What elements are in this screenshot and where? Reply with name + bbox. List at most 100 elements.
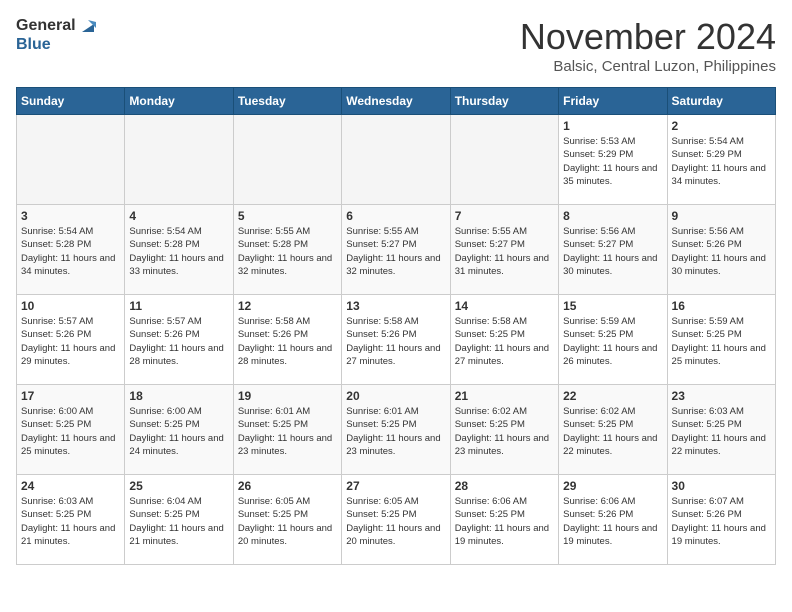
sunset-text: Sunset: 5:29 PM xyxy=(672,149,742,160)
day-info: Sunrise: 5:55 AM Sunset: 5:27 PM Dayligh… xyxy=(455,225,554,278)
daylight-text: Daylight: 11 hours and 25 minutes. xyxy=(672,343,766,367)
day-info: Sunrise: 5:59 AM Sunset: 5:25 PM Dayligh… xyxy=(563,315,662,368)
day-info: Sunrise: 6:00 AM Sunset: 5:25 PM Dayligh… xyxy=(21,405,120,458)
sunrise-text: Sunrise: 5:54 AM xyxy=(129,226,201,237)
daylight-text: Daylight: 11 hours and 29 minutes. xyxy=(21,343,115,367)
sunrise-text: Sunrise: 5:59 AM xyxy=(672,316,744,327)
sunset-text: Sunset: 5:25 PM xyxy=(129,419,199,430)
sunrise-text: Sunrise: 6:04 AM xyxy=(129,496,201,507)
day-number: 15 xyxy=(563,299,662,313)
day-info: Sunrise: 5:54 AM Sunset: 5:29 PM Dayligh… xyxy=(672,135,771,188)
day-number: 28 xyxy=(455,479,554,493)
calendar-cell: 1 Sunrise: 5:53 AM Sunset: 5:29 PM Dayli… xyxy=(559,115,667,205)
daylight-text: Daylight: 11 hours and 23 minutes. xyxy=(238,433,332,457)
calendar-cell: 11 Sunrise: 5:57 AM Sunset: 5:26 PM Dayl… xyxy=(125,295,233,385)
day-number: 6 xyxy=(346,209,445,223)
sunrise-text: Sunrise: 5:55 AM xyxy=(238,226,310,237)
calendar-cell: 25 Sunrise: 6:04 AM Sunset: 5:25 PM Dayl… xyxy=(125,475,233,565)
daylight-text: Daylight: 11 hours and 28 minutes. xyxy=(238,343,332,367)
day-number: 25 xyxy=(129,479,228,493)
week-row-3: 10 Sunrise: 5:57 AM Sunset: 5:26 PM Dayl… xyxy=(17,295,776,385)
calendar-cell xyxy=(17,115,125,205)
day-info: Sunrise: 6:06 AM Sunset: 5:25 PM Dayligh… xyxy=(455,495,554,548)
sunrise-text: Sunrise: 5:55 AM xyxy=(346,226,418,237)
week-row-2: 3 Sunrise: 5:54 AM Sunset: 5:28 PM Dayli… xyxy=(17,205,776,295)
week-row-1: 1 Sunrise: 5:53 AM Sunset: 5:29 PM Dayli… xyxy=(17,115,776,205)
day-number: 18 xyxy=(129,389,228,403)
calendar-header-row: SundayMondayTuesdayWednesdayThursdayFrid… xyxy=(17,88,776,115)
calendar-cell: 9 Sunrise: 5:56 AM Sunset: 5:26 PM Dayli… xyxy=(667,205,775,295)
sunset-text: Sunset: 5:28 PM xyxy=(21,239,91,250)
day-info: Sunrise: 6:01 AM Sunset: 5:25 PM Dayligh… xyxy=(238,405,337,458)
calendar-cell: 30 Sunrise: 6:07 AM Sunset: 5:26 PM Dayl… xyxy=(667,475,775,565)
day-info: Sunrise: 5:59 AM Sunset: 5:25 PM Dayligh… xyxy=(672,315,771,368)
daylight-text: Daylight: 11 hours and 23 minutes. xyxy=(455,433,549,457)
daylight-text: Daylight: 11 hours and 25 minutes. xyxy=(21,433,115,457)
sunset-text: Sunset: 5:25 PM xyxy=(129,509,199,520)
calendar-cell: 21 Sunrise: 6:02 AM Sunset: 5:25 PM Dayl… xyxy=(450,385,558,475)
sunset-text: Sunset: 5:25 PM xyxy=(346,419,416,430)
calendar-cell: 13 Sunrise: 5:58 AM Sunset: 5:26 PM Dayl… xyxy=(342,295,450,385)
daylight-text: Daylight: 11 hours and 21 minutes. xyxy=(21,523,115,547)
sunset-text: Sunset: 5:25 PM xyxy=(455,329,525,340)
daylight-text: Daylight: 11 hours and 19 minutes. xyxy=(563,523,657,547)
daylight-text: Daylight: 11 hours and 28 minutes. xyxy=(129,343,223,367)
day-number: 24 xyxy=(21,479,120,493)
day-info: Sunrise: 5:57 AM Sunset: 5:26 PM Dayligh… xyxy=(21,315,120,368)
week-row-4: 17 Sunrise: 6:00 AM Sunset: 5:25 PM Dayl… xyxy=(17,385,776,475)
calendar-cell: 27 Sunrise: 6:05 AM Sunset: 5:25 PM Dayl… xyxy=(342,475,450,565)
day-number: 5 xyxy=(238,209,337,223)
sunrise-text: Sunrise: 5:54 AM xyxy=(672,136,744,147)
sunset-text: Sunset: 5:29 PM xyxy=(563,149,633,160)
daylight-text: Daylight: 11 hours and 30 minutes. xyxy=(563,253,657,277)
day-number: 20 xyxy=(346,389,445,403)
day-info: Sunrise: 6:02 AM Sunset: 5:25 PM Dayligh… xyxy=(455,405,554,458)
day-number: 2 xyxy=(672,119,771,133)
calendar-cell: 18 Sunrise: 6:00 AM Sunset: 5:25 PM Dayl… xyxy=(125,385,233,475)
day-number: 29 xyxy=(563,479,662,493)
sunset-text: Sunset: 5:25 PM xyxy=(238,509,308,520)
sunrise-text: Sunrise: 5:57 AM xyxy=(21,316,93,327)
day-info: Sunrise: 5:55 AM Sunset: 5:28 PM Dayligh… xyxy=(238,225,337,278)
daylight-text: Daylight: 11 hours and 27 minutes. xyxy=(346,343,440,367)
calendar-cell: 26 Sunrise: 6:05 AM Sunset: 5:25 PM Dayl… xyxy=(233,475,341,565)
sunrise-text: Sunrise: 6:03 AM xyxy=(672,406,744,417)
day-number: 11 xyxy=(129,299,228,313)
sunrise-text: Sunrise: 6:03 AM xyxy=(21,496,93,507)
sunset-text: Sunset: 5:25 PM xyxy=(455,509,525,520)
day-number: 27 xyxy=(346,479,445,493)
daylight-text: Daylight: 11 hours and 20 minutes. xyxy=(346,523,440,547)
day-info: Sunrise: 5:56 AM Sunset: 5:27 PM Dayligh… xyxy=(563,225,662,278)
daylight-text: Daylight: 11 hours and 23 minutes. xyxy=(346,433,440,457)
header-friday: Friday xyxy=(559,88,667,115)
sunset-text: Sunset: 5:26 PM xyxy=(563,509,633,520)
sunrise-text: Sunrise: 5:53 AM xyxy=(563,136,635,147)
header: General Blue November 2024 Balsic, Centr… xyxy=(16,16,776,75)
header-thursday: Thursday xyxy=(450,88,558,115)
daylight-text: Daylight: 11 hours and 35 minutes. xyxy=(563,163,657,187)
title-area: November 2024 Balsic, Central Luzon, Phi… xyxy=(520,16,776,75)
sunrise-text: Sunrise: 5:56 AM xyxy=(672,226,744,237)
sunset-text: Sunset: 5:26 PM xyxy=(21,329,91,340)
day-number: 14 xyxy=(455,299,554,313)
sunset-text: Sunset: 5:26 PM xyxy=(346,329,416,340)
day-info: Sunrise: 6:01 AM Sunset: 5:25 PM Dayligh… xyxy=(346,405,445,458)
day-number: 22 xyxy=(563,389,662,403)
daylight-text: Daylight: 11 hours and 21 minutes. xyxy=(129,523,223,547)
calendar-cell xyxy=(450,115,558,205)
day-info: Sunrise: 5:57 AM Sunset: 5:26 PM Dayligh… xyxy=(129,315,228,368)
sunrise-text: Sunrise: 6:06 AM xyxy=(455,496,527,507)
sunrise-text: Sunrise: 6:00 AM xyxy=(129,406,201,417)
sunset-text: Sunset: 5:25 PM xyxy=(563,419,633,430)
sunset-text: Sunset: 5:27 PM xyxy=(455,239,525,250)
calendar-cell: 8 Sunrise: 5:56 AM Sunset: 5:27 PM Dayli… xyxy=(559,205,667,295)
day-number: 12 xyxy=(238,299,337,313)
sunrise-text: Sunrise: 5:58 AM xyxy=(455,316,527,327)
sunset-text: Sunset: 5:26 PM xyxy=(672,509,742,520)
day-number: 19 xyxy=(238,389,337,403)
calendar-cell: 29 Sunrise: 6:06 AM Sunset: 5:26 PM Dayl… xyxy=(559,475,667,565)
day-info: Sunrise: 6:02 AM Sunset: 5:25 PM Dayligh… xyxy=(563,405,662,458)
day-number: 4 xyxy=(129,209,228,223)
day-info: Sunrise: 6:06 AM Sunset: 5:26 PM Dayligh… xyxy=(563,495,662,548)
sunrise-text: Sunrise: 6:01 AM xyxy=(346,406,418,417)
